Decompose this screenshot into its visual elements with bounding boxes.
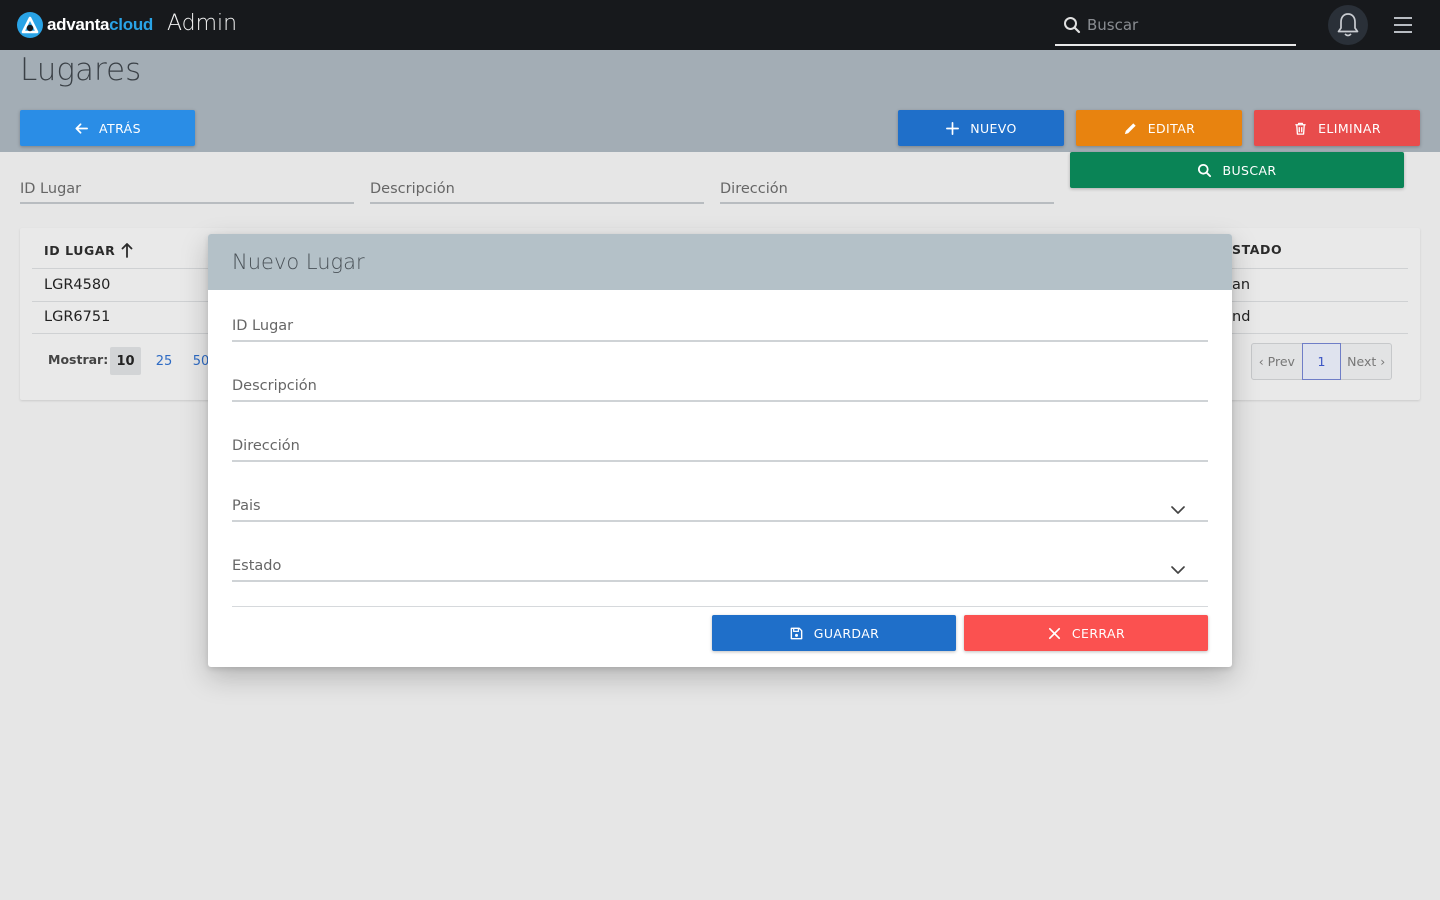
filter-direccion [720, 176, 1054, 204]
filter-id-lugar-input[interactable] [20, 176, 354, 202]
edit-button-label: EDITAR [1147, 120, 1196, 136]
brand-logo[interactable]: advantacloud [16, 11, 153, 39]
estado-select-label: Estado [232, 558, 282, 574]
floppy-disk-icon [790, 627, 803, 639]
search-button-label: BUSCAR [1222, 162, 1277, 178]
menu-icon-bar [1394, 31, 1412, 33]
pagination: ‹ Prev 1 Next › [1251, 343, 1392, 380]
chevron-down-icon [1171, 566, 1185, 574]
top-bar: advantacloud Admin [0, 0, 1440, 50]
pais-select[interactable]: Pais [232, 492, 1208, 522]
filter-direccion-input[interactable] [720, 176, 1054, 202]
notifications-button[interactable] [1328, 5, 1368, 45]
bell-icon [1337, 13, 1359, 37]
hamburger-menu-button[interactable] [1394, 17, 1414, 33]
pagination-next[interactable]: Next › [1341, 344, 1391, 379]
pagination-prev[interactable]: ‹ Prev [1252, 344, 1302, 379]
page-size-10[interactable]: 10 [110, 347, 141, 375]
pais-select-label: Pais [232, 498, 261, 514]
back-button-label: ATRÁS [99, 120, 141, 136]
save-button-label: GUARDAR [813, 625, 880, 641]
edit-button[interactable]: EDITAR [1076, 110, 1242, 146]
id-lugar-input[interactable] [232, 312, 1208, 340]
pagination-page-1[interactable]: 1 [1301, 343, 1342, 380]
filter-descripcion-input[interactable] [370, 176, 704, 202]
app-title: Admin [167, 11, 238, 36]
table-cell-id: LGR4580 [44, 277, 111, 293]
brand-name-part-a: advanta [47, 15, 110, 34]
global-search-input[interactable] [1087, 12, 1287, 38]
search-icon [1064, 17, 1081, 34]
save-button[interactable]: GUARDAR [712, 615, 956, 651]
advantacloud-logo-icon [17, 12, 43, 38]
dialog-title: Nuevo Lugar [232, 250, 365, 274]
arrow-left-icon [75, 122, 89, 134]
descripcion-input[interactable] [232, 372, 1208, 400]
back-button[interactable]: ATRÁS [20, 110, 195, 146]
menu-icon-bar [1394, 24, 1412, 26]
nuevo-lugar-dialog: Nuevo Lugar Pais Estado GUARDAR CERRAR [208, 234, 1232, 667]
field-id-lugar [232, 312, 1208, 342]
column-header-estado[interactable]: STADO [1232, 242, 1282, 257]
page-title: Lugares [20, 52, 142, 88]
estado-select[interactable]: Estado [232, 552, 1208, 582]
dialog-footer-divider [232, 606, 1208, 607]
dialog-header: Nuevo Lugar [208, 234, 1232, 290]
filter-id-lugar [20, 176, 354, 204]
new-button-label: NUEVO [970, 120, 1017, 136]
search-icon [1198, 163, 1212, 177]
close-button[interactable]: CERRAR [964, 615, 1208, 651]
delete-button[interactable]: ELIMINAR [1254, 110, 1420, 146]
close-icon [1048, 627, 1060, 639]
global-search[interactable] [1055, 8, 1296, 46]
brand-name-part-b: cloud [109, 15, 153, 34]
table-cell-estado: nd [1232, 309, 1251, 325]
new-button[interactable]: NUEVO [898, 110, 1064, 146]
brand-name: advantacloud [47, 15, 153, 35]
table-cell-estado: an [1232, 277, 1251, 293]
close-button-label: CERRAR [1071, 625, 1126, 641]
chevron-down-icon [1171, 506, 1185, 514]
direccion-input[interactable] [232, 432, 1208, 460]
search-button[interactable]: BUSCAR [1070, 152, 1404, 188]
page-size-label: Mostrar: [48, 352, 109, 367]
sort-ascending-icon [122, 243, 133, 258]
pencil-icon [1124, 122, 1136, 134]
page-size-25[interactable]: 25 [149, 347, 179, 375]
column-header-id-lugar[interactable]: ID LUGAR [44, 242, 133, 258]
column-header-id-lugar-label: ID LUGAR [44, 242, 116, 258]
menu-icon-bar [1394, 17, 1412, 19]
plus-icon [946, 121, 960, 135]
table-cell-id: LGR6751 [44, 309, 111, 325]
field-direccion [232, 432, 1208, 462]
filter-descripcion [370, 176, 704, 204]
field-descripcion [232, 372, 1208, 402]
trash-icon [1295, 122, 1306, 135]
delete-button-label: ELIMINAR [1318, 120, 1381, 136]
